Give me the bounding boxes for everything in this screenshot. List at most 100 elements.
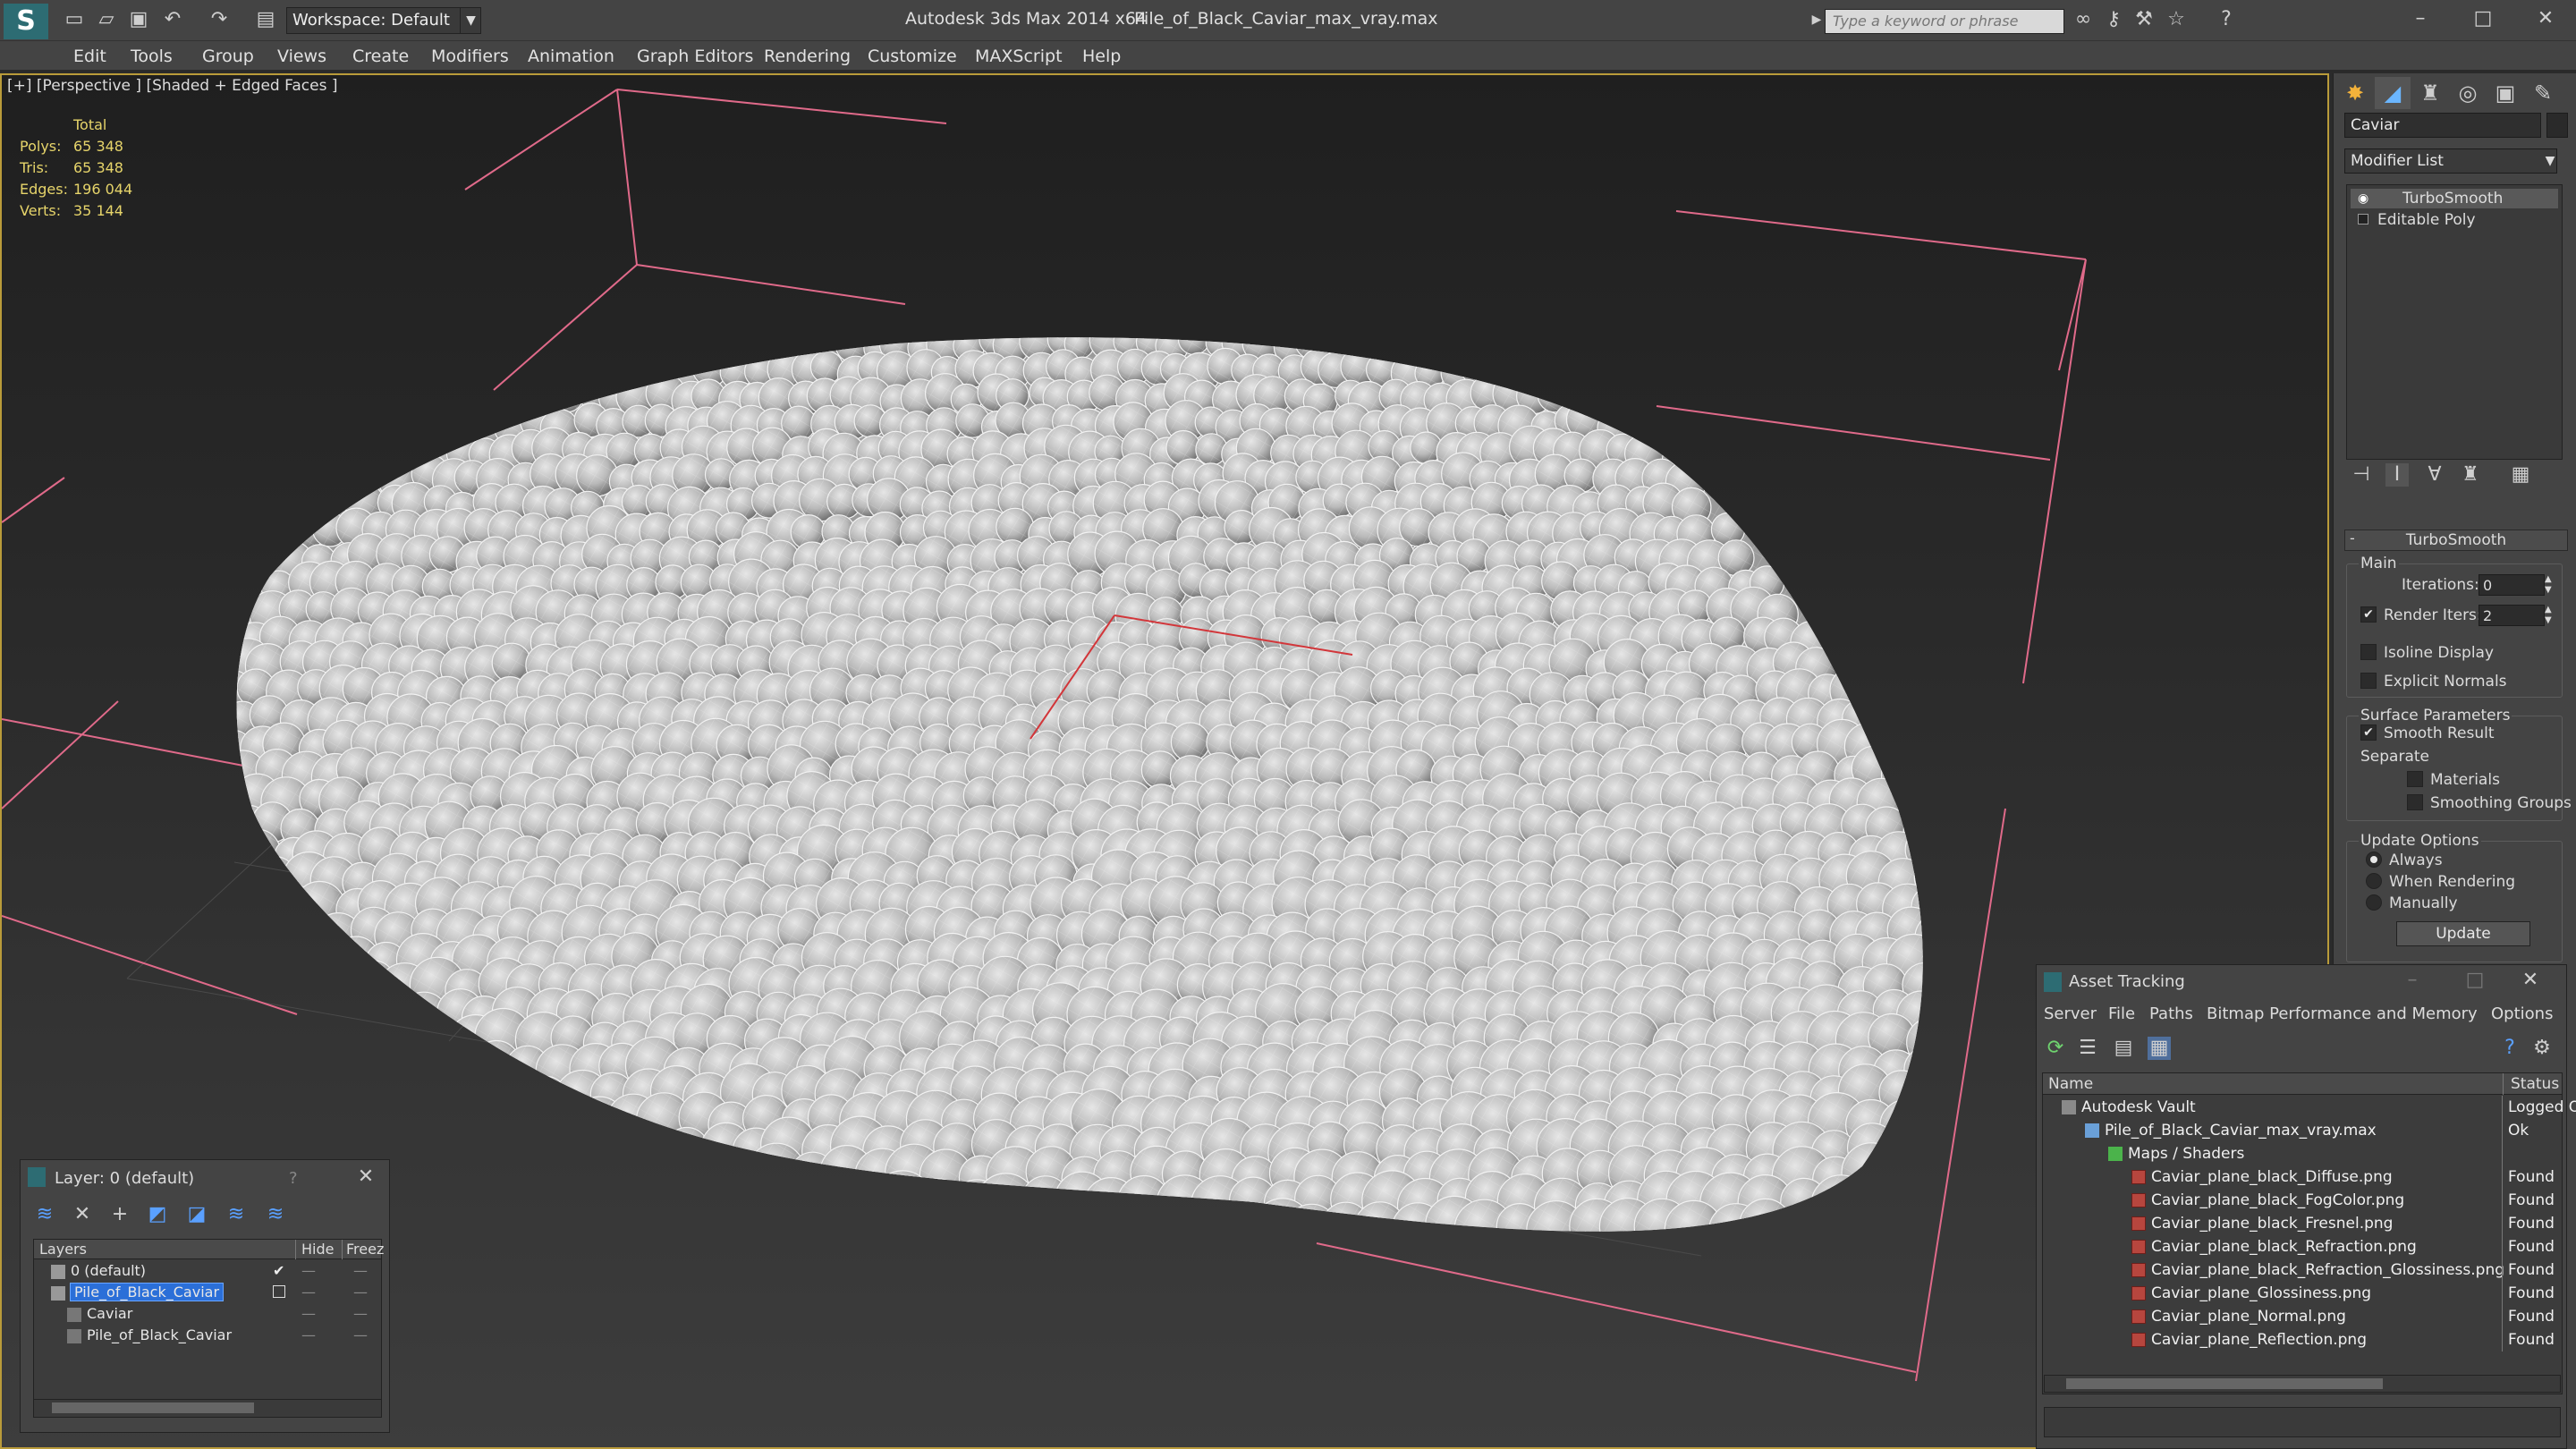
utilities-tab-icon[interactable]: ✎: [2525, 77, 2561, 109]
minimize-icon[interactable]: –: [2402, 4, 2438, 34]
layer-row[interactable]: Pile_of_Black_Caviar — —: [33, 1325, 378, 1346]
close-icon[interactable]: ✕: [348, 1162, 384, 1192]
layer-row[interactable]: Pile_of_Black_Caviar — —: [33, 1282, 378, 1303]
rollout-turbosmooth[interactable]: TurboSmooth: [2344, 530, 2568, 551]
table-view-icon[interactable]: ▦: [2148, 1037, 2171, 1060]
menu-bitmap-performance[interactable]: Bitmap Performance and Memory: [2207, 1004, 2478, 1023]
freeze-toggle-icon[interactable]: —: [353, 1260, 368, 1282]
hide-toggle-icon[interactable]: —: [301, 1260, 316, 1282]
lightbulb-icon[interactable]: ◉: [2358, 191, 2368, 206]
hide-all-icon[interactable]: ≋: [225, 1203, 248, 1226]
spinner-arrows-icon[interactable]: ▲ ▼: [2545, 574, 2552, 596]
table-row[interactable]: Maps / Shaders: [2046, 1142, 2559, 1165]
thumbnail-view-icon[interactable]: ▤: [2112, 1037, 2135, 1060]
spinner-arrows-icon[interactable]: ▲ ▼: [2545, 605, 2552, 626]
isoline-checkbox[interactable]: [2360, 644, 2377, 660]
project-folder-icon[interactable]: ▤: [254, 8, 277, 31]
stack-item-editable-poly[interactable]: Editable Poly: [2351, 210, 2558, 230]
settings-icon[interactable]: ⚙: [2530, 1037, 2554, 1060]
select-objects-icon[interactable]: ◩: [146, 1203, 169, 1226]
menu-create[interactable]: Create: [352, 41, 409, 72]
delete-layer-icon[interactable]: ✕: [71, 1203, 94, 1226]
table-row[interactable]: Caviar_plane_black_Refraction.png Found: [2046, 1235, 2559, 1258]
table-row[interactable]: Caviar_plane_black_Fresnel.png Found: [2046, 1212, 2559, 1235]
object-name-field[interactable]: Caviar: [2344, 113, 2541, 138]
app-logo-icon[interactable]: S: [4, 4, 48, 39]
new-file-icon[interactable]: ▭: [63, 8, 86, 31]
modifier-list-dropdown[interactable]: Modifier List: [2344, 148, 2557, 174]
hide-toggle-icon[interactable]: —: [301, 1282, 316, 1303]
scrollbar-thumb[interactable]: [2066, 1378, 2383, 1389]
workspace-dropdown[interactable]: Workspace: Default: [286, 7, 481, 34]
smooth-result-checkbox[interactable]: ✔: [2360, 724, 2377, 741]
make-unique-icon[interactable]: ∀: [2423, 463, 2446, 487]
table-row[interactable]: Pile_of_Black_Caviar_max_vray.max Ok: [2046, 1119, 2559, 1142]
key-icon[interactable]: ⚷: [2102, 8, 2125, 31]
menu-options[interactable]: Options: [2491, 1004, 2553, 1023]
menu-customize[interactable]: Customize: [868, 41, 957, 72]
menu-paths[interactable]: Paths: [2149, 1004, 2193, 1023]
minimize-icon[interactable]: –: [2394, 965, 2430, 996]
horizontal-scrollbar[interactable]: [34, 1399, 381, 1417]
subscription-icon[interactable]: ⚒: [2132, 8, 2156, 31]
column-name[interactable]: Name: [2048, 1073, 2093, 1095]
layer-row[interactable]: Caviar — —: [33, 1303, 378, 1325]
create-layer-icon[interactable]: ≋: [33, 1203, 56, 1226]
object-color-swatch[interactable]: [2546, 113, 2568, 138]
help-icon[interactable]: ?: [2498, 1037, 2521, 1060]
star-icon[interactable]: ☆: [2165, 8, 2188, 31]
open-file-icon[interactable]: ▱: [95, 8, 118, 31]
highlight-layer-icon[interactable]: ◪: [185, 1203, 208, 1226]
always-radio[interactable]: [2366, 852, 2382, 868]
iterations-spinner[interactable]: 0: [2479, 574, 2545, 596]
help-button[interactable]: ?: [289, 1169, 298, 1188]
maximize-icon[interactable]: □: [2465, 4, 2501, 34]
chevron-down-icon[interactable]: ▼: [460, 7, 481, 34]
table-row[interactable]: Autodesk Vault Logged O: [2046, 1096, 2576, 1119]
menu-file[interactable]: File: [2108, 1004, 2135, 1023]
freeze-all-icon[interactable]: ≋: [264, 1203, 287, 1226]
column-layers[interactable]: Layers: [39, 1240, 87, 1259]
pin-stack-icon[interactable]: ⊣: [2350, 463, 2373, 487]
set-current-box-icon[interactable]: [273, 1285, 285, 1298]
layer-row[interactable]: 0 (default) — — ✔: [33, 1260, 378, 1282]
menu-help[interactable]: Help: [1082, 41, 1121, 72]
help-icon[interactable]: ?: [2215, 8, 2238, 31]
explicit-normals-checkbox[interactable]: [2360, 673, 2377, 689]
chevron-down-icon[interactable]: ▼: [2541, 148, 2559, 174]
smoothing-groups-checkbox[interactable]: [2407, 794, 2423, 810]
when-rendering-radio[interactable]: [2366, 873, 2382, 889]
freeze-toggle-icon[interactable]: —: [353, 1303, 368, 1325]
horizontal-scrollbar[interactable]: [2044, 1375, 2561, 1393]
refresh-icon[interactable]: ⟳: [2044, 1037, 2067, 1060]
menu-animation[interactable]: Animation: [528, 41, 614, 72]
table-row[interactable]: Caviar_plane_black_Refraction_Glossiness…: [2046, 1258, 2559, 1282]
redo-icon[interactable]: ↷: [208, 8, 231, 31]
render-iters-spinner[interactable]: 2: [2479, 605, 2545, 626]
menu-tools[interactable]: Tools: [131, 41, 173, 72]
materials-checkbox[interactable]: [2407, 771, 2423, 787]
list-view-icon[interactable]: ☰: [2076, 1037, 2099, 1060]
binoculars-icon[interactable]: ∞: [2072, 8, 2095, 31]
display-tab-icon[interactable]: ▣: [2487, 77, 2523, 109]
motion-tab-icon[interactable]: ◎: [2450, 77, 2486, 109]
menu-modifiers[interactable]: Modifiers: [431, 41, 509, 72]
modify-tab-icon[interactable]: ◢: [2375, 77, 2411, 109]
current-layer-check-icon[interactable]: ✔: [273, 1260, 284, 1282]
path-field[interactable]: [2044, 1407, 2561, 1437]
create-tab-icon[interactable]: ✸: [2337, 77, 2373, 109]
hide-toggle-icon[interactable]: —: [301, 1303, 316, 1325]
stack-item-turbosmooth[interactable]: TurboSmooth: [2351, 189, 2558, 208]
viewport-label[interactable]: [+] [Perspective ] [Shaded + Edged Faces…: [7, 77, 337, 95]
table-row[interactable]: Caviar_plane_Reflection.png Found: [2046, 1328, 2559, 1352]
column-freeze[interactable]: Freez: [342, 1240, 384, 1259]
table-row[interactable]: Caviar_plane_Normal.png Found: [2046, 1305, 2559, 1328]
table-row[interactable]: Caviar_plane_black_FogColor.png Found: [2046, 1189, 2559, 1212]
render-iters-checkbox[interactable]: ✔: [2360, 606, 2377, 623]
menu-maxscript[interactable]: MAXScript: [975, 41, 1063, 72]
update-button[interactable]: Update: [2396, 921, 2530, 946]
collapse-icon[interactable]: -: [2350, 530, 2355, 547]
menu-views[interactable]: Views: [277, 41, 326, 72]
column-status[interactable]: Status: [2503, 1073, 2559, 1095]
hierarchy-tab-icon[interactable]: ♜: [2412, 77, 2448, 109]
